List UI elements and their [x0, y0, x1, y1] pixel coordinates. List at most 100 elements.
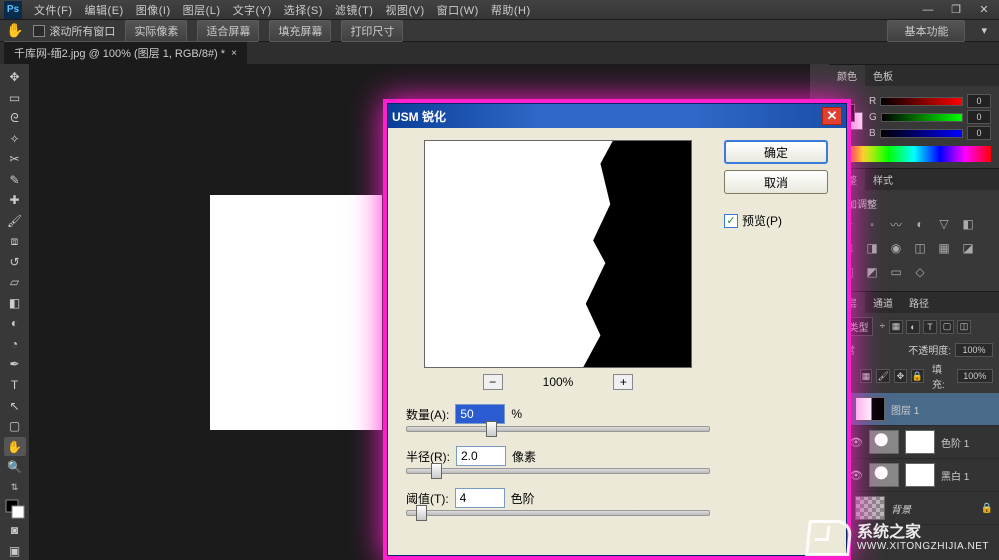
threshold-icon[interactable]: ◩ [863, 263, 881, 281]
r-value[interactable]: 0 [967, 94, 991, 108]
crop-tool[interactable]: ✂ [4, 150, 26, 169]
adj-thumbnail[interactable] [869, 430, 899, 454]
levels-icon[interactable]: ⬞ [863, 215, 881, 233]
photo-filter-icon[interactable]: ◉ [887, 239, 905, 257]
eyedropper-tool[interactable]: ✎ [4, 171, 26, 190]
bw-icon[interactable]: ◨ [863, 239, 881, 257]
vibrance-icon[interactable]: ▽ [935, 215, 953, 233]
layer-thumbnail[interactable] [855, 397, 885, 421]
quick-mask-icon[interactable]: ◙ [4, 521, 26, 540]
visibility-toggle[interactable]: 👁 [849, 436, 863, 449]
magic-wand-tool[interactable]: ✧ [4, 130, 26, 149]
hsl-icon[interactable]: ◧ [959, 215, 977, 233]
menu-layer[interactable]: 图层(L) [177, 0, 227, 20]
menu-view[interactable]: 视图(V) [379, 0, 430, 20]
tab-color[interactable]: 颜色 [829, 65, 865, 86]
g-slider[interactable] [881, 113, 963, 122]
layer-name[interactable]: 黑白 1 [941, 468, 993, 483]
panel-menu-icon[interactable]: ▾ [981, 24, 987, 37]
layer-row[interactable]: 👁 图层 1 [829, 393, 999, 426]
tab-paths[interactable]: 路径 [901, 292, 937, 313]
dialog-titlebar[interactable]: USM 锐化 ✕ [388, 104, 846, 128]
menu-file[interactable]: 文件(F) [28, 0, 79, 20]
filter-pixel-icon[interactable]: ▦ [889, 320, 903, 334]
mask-thumbnail[interactable] [905, 430, 935, 454]
lock-pixels-icon[interactable]: 🖌 [876, 369, 889, 383]
fill-value[interactable]: 100% [957, 369, 993, 383]
r-slider[interactable] [880, 97, 963, 106]
filter-smart-icon[interactable]: ◫ [957, 320, 971, 334]
b-slider[interactable] [880, 129, 963, 138]
type-tool[interactable]: T [4, 376, 26, 395]
invert-icon[interactable]: ◪ [959, 239, 977, 257]
window-minimize-button[interactable]: — [917, 3, 939, 17]
tab-swatches[interactable]: 色板 [865, 65, 901, 86]
g-value[interactable]: 0 [967, 110, 991, 124]
layer-row[interactable]: 👁 色阶 1 [829, 426, 999, 459]
swap-colors-icon[interactable]: ⇅ [4, 478, 26, 497]
opacity-value[interactable]: 100% [955, 343, 993, 357]
color-lookup-icon[interactable]: ▦ [935, 239, 953, 257]
shape-tool[interactable]: ▢ [4, 417, 26, 436]
menu-filter[interactable]: 滤镜(T) [329, 0, 380, 20]
lock-position-icon[interactable]: ✥ [894, 369, 907, 383]
layer-name[interactable]: 背景 [891, 501, 975, 516]
screen-mode-icon[interactable]: ▣ [4, 541, 26, 560]
radius-input[interactable] [456, 446, 506, 466]
threshold-slider[interactable] [406, 510, 710, 516]
preview-checkbox[interactable]: ✓ 预览(P) [724, 212, 828, 229]
tab-close-icon[interactable]: × [231, 48, 237, 59]
filter-type-icon[interactable]: T [923, 320, 937, 334]
cancel-button[interactable]: 取消 [724, 170, 828, 194]
exposure-icon[interactable]: ◐ [911, 215, 929, 233]
filter-adj-icon[interactable]: ◐ [906, 320, 920, 334]
hand-tool-icon[interactable]: ✋ [6, 22, 23, 39]
gradient-tool[interactable]: ◧ [4, 294, 26, 313]
scroll-all-windows-checkbox[interactable]: 滚动所有窗口 [33, 23, 115, 39]
tab-styles[interactable]: 样式 [865, 169, 901, 190]
mask-thumbnail[interactable] [905, 463, 935, 487]
zoom-tool[interactable]: 🔍 [4, 458, 26, 477]
dialog-preview[interactable] [424, 140, 692, 368]
layer-row[interactable]: 👁 背景 🔒 [829, 492, 999, 525]
layer-thumbnail[interactable] [855, 496, 885, 520]
filter-shape-icon[interactable]: ▢ [940, 320, 954, 334]
menu-edit[interactable]: 编辑(E) [79, 0, 130, 20]
layer-name[interactable]: 色阶 1 [941, 435, 993, 450]
hand-tool[interactable]: ✋ [4, 437, 26, 456]
actual-pixels-button[interactable]: 实际像素 [125, 20, 187, 42]
eraser-tool[interactable]: ▱ [4, 273, 26, 292]
dialog-close-button[interactable]: ✕ [822, 107, 842, 125]
menu-type[interactable]: 文字(Y) [227, 0, 278, 20]
blur-tool[interactable]: ◐ [4, 314, 26, 333]
lock-all-icon[interactable]: 🔒 [911, 369, 924, 383]
ok-button[interactable]: 确定 [724, 140, 828, 164]
layer-name[interactable]: 图层 1 [891, 402, 993, 417]
lock-transparency-icon[interactable]: ▦ [860, 369, 873, 383]
stamp-tool[interactable]: ⧈ [4, 232, 26, 251]
zoom-out-button[interactable]: − [483, 374, 503, 390]
threshold-input[interactable] [455, 488, 505, 508]
curves-icon[interactable]: 〰 [887, 215, 905, 233]
amount-slider[interactable] [406, 426, 710, 432]
marquee-tool[interactable]: ▭ [4, 89, 26, 108]
visibility-toggle[interactable]: 👁 [849, 469, 863, 482]
healing-tool[interactable]: ✚ [4, 191, 26, 210]
menu-select[interactable]: 选择(S) [278, 0, 329, 20]
layer-row[interactable]: 👁 黑白 1 [829, 459, 999, 492]
brush-tool[interactable]: 🖌 [4, 212, 26, 231]
channel-mixer-icon[interactable]: ◫ [911, 239, 929, 257]
history-brush-tool[interactable]: ↺ [4, 253, 26, 272]
window-close-button[interactable]: ✕ [973, 3, 995, 17]
window-restore-button[interactable]: ❐ [945, 3, 967, 17]
selective-color-icon[interactable]: ◇ [911, 263, 929, 281]
fit-screen-button[interactable]: 适合屏幕 [197, 20, 259, 42]
adj-thumbnail[interactable] [869, 463, 899, 487]
zoom-in-button[interactable]: + [613, 374, 633, 390]
workspace-switcher[interactable]: 基本功能 [887, 20, 965, 42]
menu-help[interactable]: 帮助(H) [485, 0, 537, 20]
fill-screen-button[interactable]: 填充屏幕 [269, 20, 331, 42]
pen-tool[interactable]: ✒ [4, 355, 26, 374]
radius-slider[interactable] [406, 468, 710, 474]
path-select-tool[interactable]: ↖ [4, 396, 26, 415]
